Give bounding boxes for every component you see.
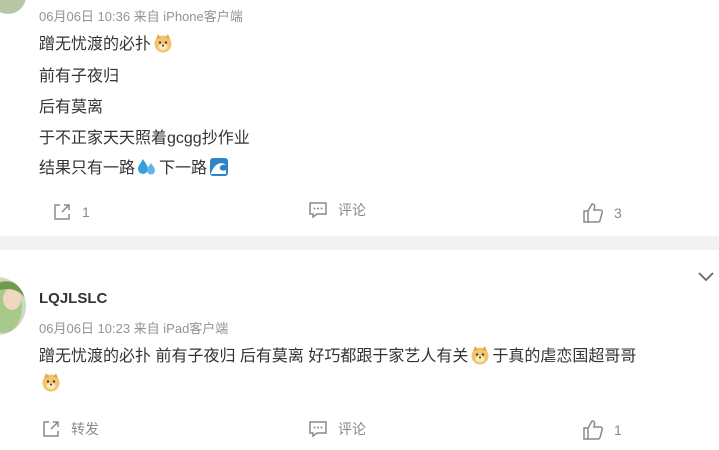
comment-icon: [309, 421, 327, 438]
comment-text: 于真的虐恋国超哥哥: [492, 348, 637, 365]
repost-label: 转发: [71, 421, 99, 437]
comment-text-line: 后有莫离: [39, 93, 103, 117]
comment-label: 评论: [338, 202, 366, 218]
comment-text: 蹭无忧渡的必扑 前有子夜归 后有莫离 好巧都跟于家艺人有关: [39, 348, 469, 365]
share-icon: [43, 421, 59, 437]
comment-text: 前有子夜归: [39, 68, 120, 85]
comment-button[interactable]: 评论: [308, 200, 366, 220]
comment-button[interactable]: 评论: [308, 419, 366, 439]
chevron-down-icon[interactable]: [697, 270, 715, 288]
comment-label: 评论: [338, 421, 366, 437]
doge-emoji-icon: [470, 345, 490, 365]
comment-text-line: 蹭无忧渡的必扑 前有子夜归 后有莫离 好巧都跟于家艺人有关 于真的虐恋国超哥哥: [39, 342, 636, 366]
comment-text-line: 蹭无忧渡的必扑: [39, 30, 175, 54]
wave-icon: [209, 157, 229, 177]
comment-text: 于不正家天天照着gcgg抄作业: [39, 130, 250, 147]
comment-icon: [309, 202, 327, 219]
comment-text: 结果只有一路: [39, 160, 136, 177]
comment-meta: 06月06日 10:23 来自 iPad客户端: [39, 321, 229, 336]
doge-emoji-icon: [153, 33, 173, 53]
thumbs-up-icon: [583, 420, 604, 440]
avatar[interactable]: [0, 277, 26, 335]
repost-button[interactable]: 转发: [41, 419, 99, 439]
share-button[interactable]: 1: [52, 202, 90, 222]
comment-text: 后有莫离: [39, 99, 104, 116]
doge-emoji-icon: [41, 372, 61, 392]
username[interactable]: LQJLSLC: [39, 290, 107, 307]
comment-text: 下一路: [159, 160, 208, 177]
divider: [0, 236, 719, 250]
sweat-drops-icon: [137, 157, 157, 177]
comment-text-line: 于不正家天天照着gcgg抄作业: [39, 124, 250, 148]
like-button[interactable]: 1: [582, 419, 622, 441]
like-count: 1: [614, 422, 622, 438]
comment-text-line: [39, 372, 63, 393]
comment-meta: 06月06日 10:36 来自 iPhone客户端: [39, 9, 243, 24]
comment-text-line: 结果只有一路 下一路: [39, 154, 231, 178]
like-button[interactable]: 3: [582, 202, 622, 224]
share-icon: [54, 204, 70, 220]
thumbs-up-icon: [583, 203, 604, 223]
like-count: 3: [614, 205, 622, 221]
comment-text: 蹭无忧渡的必扑: [39, 36, 152, 53]
comment-text-line: 前有子夜归: [39, 62, 119, 86]
avatar[interactable]: [0, 0, 26, 14]
share-count: 1: [82, 204, 90, 220]
